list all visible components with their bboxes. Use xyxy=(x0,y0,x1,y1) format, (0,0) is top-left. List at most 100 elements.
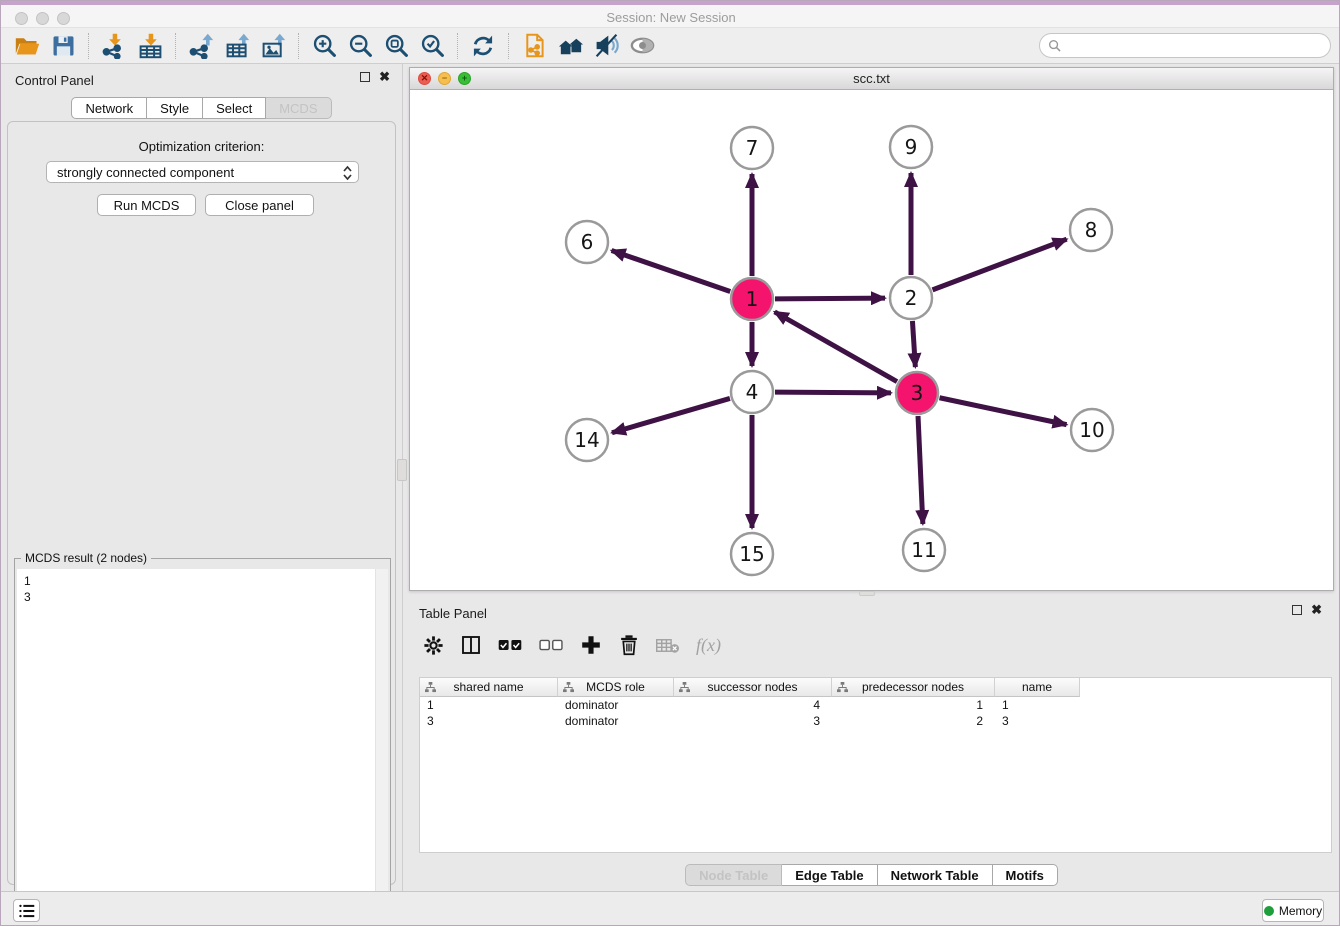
function-builder-button[interactable]: f(x) xyxy=(696,635,721,656)
column-header-label: successor nodes xyxy=(707,680,797,694)
optimization-criterion-select[interactable]: strongly connected component xyxy=(46,161,359,183)
table-cell[interactable]: 1 xyxy=(995,697,1080,713)
eye-icon xyxy=(628,31,657,60)
tab-mcds[interactable]: MCDS xyxy=(266,97,331,119)
memory-button[interactable]: Memory xyxy=(1262,899,1324,922)
table-cell[interactable]: 3 xyxy=(995,713,1080,729)
network-view-window: ✕ − + scc.txt 7 9 6 8 1 2 4 3 14 10 15 11 xyxy=(409,67,1334,591)
graph-edge-1-2[interactable] xyxy=(775,298,885,299)
graph-node-4[interactable]: 4 xyxy=(731,371,773,413)
table-cell[interactable]: 4 xyxy=(674,697,832,713)
search-icon xyxy=(1048,39,1061,52)
column-header-successor-nodes[interactable]: successor nodes xyxy=(674,678,832,697)
network-window-titlebar[interactable]: ✕ − + scc.txt xyxy=(410,68,1333,90)
graph-node-1[interactable]: 1 xyxy=(731,278,773,320)
network-file-button[interactable] xyxy=(516,30,552,62)
graph-node-8[interactable]: 8 xyxy=(1070,209,1112,251)
close-table-panel-icon[interactable]: ✖ xyxy=(1311,605,1322,615)
result-scrollbar[interactable] xyxy=(375,569,388,926)
graph-edge-4-3[interactable] xyxy=(775,392,891,393)
table-split-view-button[interactable] xyxy=(461,635,481,655)
graph-node-10[interactable]: 10 xyxy=(1071,409,1113,451)
window-title: Session: New Session xyxy=(1,10,1340,25)
table-panel-title: Table Panel xyxy=(419,606,487,621)
tab-style[interactable]: Style xyxy=(147,97,203,119)
add-column-button[interactable] xyxy=(580,634,602,656)
export-table-button[interactable] xyxy=(219,30,255,62)
zoom-in-button[interactable] xyxy=(306,30,342,62)
table-cell[interactable]: 2 xyxy=(832,713,995,729)
search-field[interactable] xyxy=(1039,33,1331,58)
task-history-button[interactable] xyxy=(13,899,40,922)
graph-edge-1-6[interactable] xyxy=(612,250,731,291)
graph-edge-3-10[interactable] xyxy=(940,398,1067,425)
table-row[interactable]: 3dominator323 xyxy=(420,713,1331,729)
delete-columns-button[interactable] xyxy=(619,634,639,656)
graph-node-2[interactable]: 2 xyxy=(890,277,932,319)
tab-edge-table[interactable]: Edge Table xyxy=(782,864,877,886)
table-header-row: shared nameMCDS role successor nodes prede… xyxy=(420,678,1331,697)
refresh-button[interactable] xyxy=(465,30,501,62)
float-panel-icon[interactable] xyxy=(360,72,370,82)
graph-node-9[interactable]: 9 xyxy=(890,126,932,168)
node-label: 14 xyxy=(574,428,599,452)
zoom-fit-button[interactable] xyxy=(378,30,414,62)
zoom-selected-button[interactable] xyxy=(414,30,450,62)
memory-label: Memory xyxy=(1279,904,1322,918)
eye-button[interactable] xyxy=(624,30,660,62)
export-network-button[interactable] xyxy=(183,30,219,62)
cyndex-home-button[interactable] xyxy=(552,30,588,62)
tab-select[interactable]: Select xyxy=(203,97,266,119)
close-panel-icon[interactable]: ✖ xyxy=(379,72,390,82)
table-cell[interactable]: 1 xyxy=(832,697,995,713)
open-session-button[interactable] xyxy=(9,30,45,62)
tab-motifs[interactable]: Motifs xyxy=(993,864,1058,886)
zoom-out-button[interactable] xyxy=(342,30,378,62)
column-header-predecessor-nodes[interactable]: predecessor nodes xyxy=(832,678,995,697)
node-label: 7 xyxy=(746,136,759,160)
horizontal-splitter-handle[interactable] xyxy=(859,591,875,596)
network-file-icon xyxy=(521,32,548,59)
tab-node-table[interactable]: Node Table xyxy=(685,864,782,886)
column-header-mcds-role[interactable]: MCDS role xyxy=(558,678,674,697)
table-cell[interactable]: 3 xyxy=(420,713,558,729)
import-table-button[interactable] xyxy=(132,30,168,62)
column-header-shared-name[interactable]: shared name xyxy=(420,678,558,697)
search-input[interactable] xyxy=(1066,39,1330,53)
graph-node-15[interactable]: 15 xyxy=(731,533,773,575)
deselect-all-button[interactable] xyxy=(539,637,563,653)
table-cell[interactable]: 3 xyxy=(674,713,832,729)
export-image-button[interactable] xyxy=(255,30,291,62)
graph-edge-2-8[interactable] xyxy=(933,239,1067,290)
save-session-button[interactable] xyxy=(45,30,81,62)
graph-edge-4-14[interactable] xyxy=(612,398,730,432)
delete-table-button[interactable] xyxy=(656,637,679,654)
import-network-button[interactable] xyxy=(96,30,132,62)
graph-node-3[interactable]: 3 xyxy=(896,372,938,414)
graph-edge-3-11[interactable] xyxy=(918,416,923,524)
graph-edge-2-3[interactable] xyxy=(912,321,915,367)
select-all-button[interactable] xyxy=(498,637,522,653)
table-cell[interactable]: 1 xyxy=(420,697,558,713)
column-header-name[interactable]: name xyxy=(995,678,1080,697)
graph-node-6[interactable]: 6 xyxy=(566,221,608,263)
close-panel-button[interactable]: Close panel xyxy=(205,194,314,216)
network-canvas[interactable]: 7 9 6 8 1 2 4 3 14 10 15 11 xyxy=(410,90,1333,590)
tab-network[interactable]: Network xyxy=(71,97,147,119)
table-row[interactable]: 1dominator411 xyxy=(420,697,1331,713)
graph-edge-3-1[interactable] xyxy=(775,312,897,382)
node-label: 2 xyxy=(905,286,918,310)
table-cell[interactable]: dominator xyxy=(558,697,674,713)
announcements-button[interactable] xyxy=(588,30,624,62)
graph-node-14[interactable]: 14 xyxy=(566,419,608,461)
graph-node-11[interactable]: 11 xyxy=(903,529,945,571)
float-table-panel-icon[interactable] xyxy=(1292,605,1302,615)
graph-node-7[interactable]: 7 xyxy=(731,127,773,169)
tab-network-table[interactable]: Network Table xyxy=(878,864,993,886)
houses-icon xyxy=(556,31,585,60)
table-settings-button[interactable] xyxy=(423,635,444,656)
vertical-splitter-handle[interactable] xyxy=(397,459,407,481)
run-mcds-button[interactable]: Run MCDS xyxy=(97,194,196,216)
table-cell[interactable]: dominator xyxy=(558,713,674,729)
open-folder-icon xyxy=(14,32,41,59)
